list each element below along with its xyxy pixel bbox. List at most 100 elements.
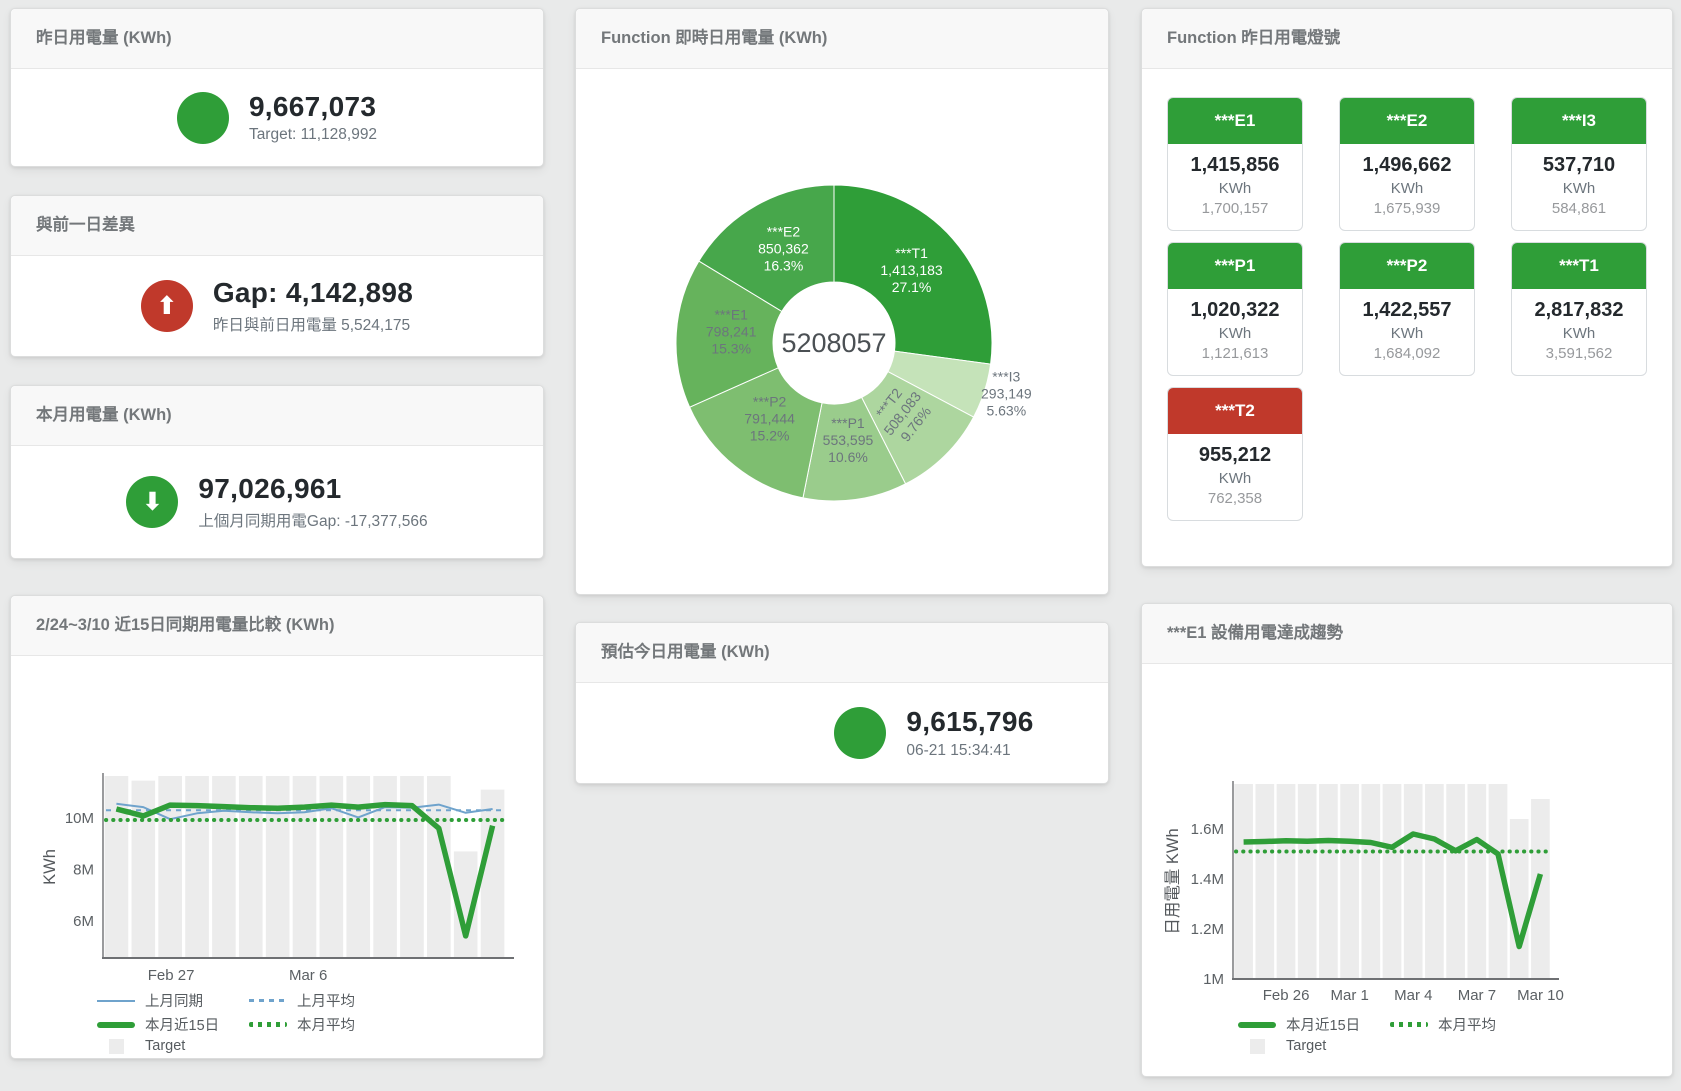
yesterday-usage-target: Target: 11,128,992: [249, 126, 377, 144]
target-bar: [1319, 784, 1338, 979]
target-bar: [1277, 784, 1296, 979]
light-tile-body: 2,817,832KWh3,591,562: [1512, 289, 1646, 375]
card-yesterday-usage: 昨日用電量 (KWh) 9,667,073 Target: 11,128,992: [10, 8, 544, 167]
legend-swatch: [109, 1039, 124, 1054]
legend-item-本月平均[interactable]: 本月平均: [1390, 1014, 1542, 1035]
target-bar: [239, 776, 263, 958]
card-function-realtime-donut: Function 即時日用電量 (KWh) ***T11,413,18327.1…: [575, 8, 1109, 595]
legend-swatch: [1390, 1022, 1428, 1027]
card-month-usage-title: 本月用電量 (KWh): [11, 386, 543, 446]
legend-label: 本月平均: [1438, 1014, 1496, 1035]
compare-15day-chart[interactable]: 6M8M10MFeb 27Mar 6KWh: [11, 656, 543, 986]
compare-chart-legend: 上月同期 上月平均本月近15日 本月平均 Target: [97, 990, 401, 1054]
legend-item-上月平均[interactable]: 上月平均: [249, 990, 401, 1011]
legend-label: 上月同期: [145, 990, 203, 1011]
card-function-lights: Function 昨日用電燈號 ***E1 1,415,856 KWh 1,700,1…: [1141, 8, 1673, 567]
target-bar: [1298, 784, 1317, 979]
legend-item-上月同期[interactable]: 上月同期: [97, 990, 249, 1011]
light-tile-unit: KWh: [1170, 180, 1300, 197]
light-tile-value: 1,415,856: [1170, 154, 1300, 177]
light-tile-value: 1,422,557: [1342, 299, 1472, 322]
legend-label: 本月近15日: [145, 1014, 219, 1035]
light-tile-secondary-value: 584,861: [1514, 200, 1644, 217]
legend-item-Target[interactable]: Target: [1238, 1038, 1390, 1054]
legend-swatch: [1238, 1022, 1276, 1028]
month-usage-subtitle: 上個月同期用電Gap: -17,377,566: [198, 509, 427, 531]
light-tile-value: 1,020,322: [1170, 299, 1300, 322]
light-tile-e1: ***E1 1,415,856 KWh 1,700,157: [1167, 97, 1303, 231]
light-tile-unit: KWh: [1170, 325, 1300, 342]
lights-grid: ***E1 1,415,856 KWh 1,700,157 ***E2 1,496,662…: [1142, 69, 1672, 549]
light-tile-p2: ***P21,422,557KWh1,684,092: [1339, 242, 1475, 376]
y-axis-tick: 1M: [1203, 971, 1224, 988]
light-tile-body: 1,422,557KWh1,684,092: [1340, 289, 1474, 375]
up-arrow-icon: ⬆: [141, 280, 193, 332]
light-tile-secondary-value: 1,675,939: [1342, 200, 1472, 217]
target-bar: [293, 776, 317, 958]
light-tile-t1: ***T12,817,832KWh3,591,562: [1511, 242, 1647, 376]
green-status-circle-icon: [834, 707, 886, 759]
light-tile-label: ***E2: [1340, 98, 1474, 144]
legend-item-Target[interactable]: Target: [97, 1038, 249, 1054]
card-estimate-title: 預估今日用電量 (KWh): [576, 623, 1108, 683]
light-tile-value: 1,496,662: [1342, 154, 1472, 177]
x-axis-tick: Mar 4: [1394, 987, 1432, 1004]
day-gap-value: Gap: 4,142,898: [213, 277, 413, 309]
light-tile-body: 1,020,322KWh1,121,613: [1168, 289, 1302, 375]
light-tile-label: ***I3: [1512, 98, 1646, 144]
target-bar: [1404, 784, 1423, 979]
target-bar: [1234, 784, 1253, 979]
light-tile-body: 1,415,856 KWh 1,700,157: [1168, 144, 1302, 230]
target-bar: [346, 776, 370, 958]
target-bar: [1340, 784, 1359, 979]
legend-swatch: [97, 1022, 135, 1028]
target-bar: [212, 776, 236, 958]
legend-label: Target: [145, 1038, 185, 1054]
light-tile-unit: KWh: [1514, 325, 1644, 342]
yesterday-usage-kpi: 9,667,073 Target: 11,128,992: [177, 91, 377, 144]
day-gap-kpi: ⬆ Gap: 4,142,898 昨日與前日用電量 5,524,175: [141, 277, 413, 334]
light-tile-secondary-value: 762,358: [1170, 490, 1300, 507]
legend-label: 本月平均: [297, 1014, 355, 1035]
light-tile-p1: ***P11,020,322KWh1,121,613: [1167, 242, 1303, 376]
x-axis-tick: Mar 10: [1517, 987, 1564, 1004]
y-axis-tick: 6M: [73, 913, 94, 930]
card-yesterday-usage-title: 昨日用電量 (KWh): [11, 9, 543, 69]
light-tile-label: ***E1: [1168, 98, 1302, 144]
legend-item-本月近15日[interactable]: 本月近15日: [1238, 1014, 1390, 1035]
down-arrow-icon: ⬇: [126, 476, 178, 528]
legend-item-本月平均[interactable]: 本月平均: [249, 1014, 401, 1035]
light-tile-label: ***T2: [1168, 388, 1302, 434]
card-day-gap: 與前一日差異 ⬆ Gap: 4,142,898 昨日與前日用電量 5,524,1…: [10, 195, 544, 357]
y-axis-label: KWh: [41, 849, 59, 885]
light-tile-label: ***P2: [1340, 243, 1474, 289]
green-status-circle-icon: [177, 92, 229, 144]
month-usage-kpi: ⬇ 97,026,961 上個月同期用電Gap: -17,377,566: [126, 473, 427, 530]
light-tile-value: 955,212: [1170, 444, 1300, 467]
light-tile-body: 955,212KWh762,358: [1168, 434, 1302, 520]
y-axis-label: 日用電量 KWh: [1164, 828, 1182, 934]
lights-title: Function 昨日用電燈號: [1142, 9, 1672, 69]
legend-label: 本月近15日: [1286, 1014, 1360, 1035]
light-tile-body: 537,710KWh584,861: [1512, 144, 1646, 230]
legend-item-本月近15日[interactable]: 本月近15日: [97, 1014, 249, 1035]
light-tile-secondary-value: 3,591,562: [1514, 345, 1644, 362]
yesterday-usage-value: 9,667,073: [249, 91, 377, 123]
light-tile-secondary-value: 1,700,157: [1170, 200, 1300, 217]
light-tile-value: 537,710: [1514, 154, 1644, 177]
light-tile-label: ***T1: [1512, 243, 1646, 289]
y-axis-tick: 1.4M: [1191, 871, 1224, 888]
target-bar: [105, 776, 129, 958]
card-estimate-today: 預估今日用電量 (KWh) 9,615,796 06-21 15:34:41: [575, 622, 1109, 784]
e1-trend-title: ***E1 設備用電達成趨勢: [1142, 604, 1672, 664]
target-bar: [1425, 784, 1444, 979]
function-usage-donut-chart[interactable]: ***T11,413,18327.1%***I3293,1495.63%***T…: [576, 69, 1108, 594]
legend-label: 上月平均: [297, 990, 355, 1011]
target-bar: [1361, 784, 1380, 979]
energy-dashboard: 昨日用電量 (KWh) 9,667,073 Target: 11,128,992…: [0, 0, 1681, 1091]
legend-swatch: [249, 1022, 287, 1027]
e1-trend-chart[interactable]: 1M1.2M1.4M1.6MFeb 26Mar 1Mar 4Mar 7Mar 1…: [1142, 664, 1672, 1008]
light-tile-i3: ***I3537,710KWh584,861: [1511, 97, 1647, 231]
y-axis-tick: 10M: [65, 810, 94, 827]
donut-center-total: 5208057: [781, 328, 886, 358]
